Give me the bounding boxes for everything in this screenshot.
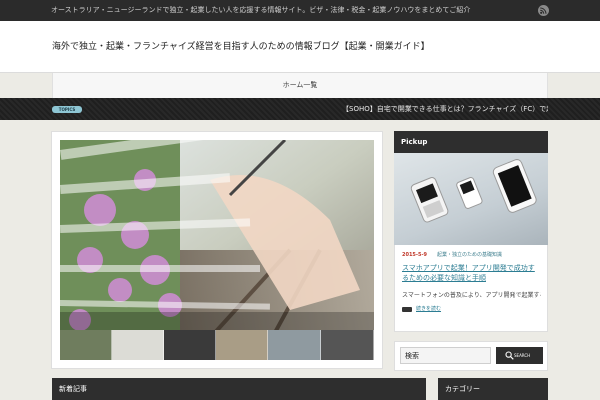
slider-thumb[interactable] — [268, 330, 321, 360]
slider-thumb[interactable] — [216, 330, 268, 360]
search-icon — [505, 351, 514, 360]
nav-item-home[interactable]: ホーム一覧 — [53, 73, 547, 98]
site-title[interactable]: 海外で独立・起業・フランチャイズ経営を目指す人のための情報ブログ【起業・開業ガイ… — [52, 41, 472, 54]
topics-badge: TOPICS — [52, 106, 82, 113]
top-bar: オーストラリア・ニュージーランドで独立・起業したい人を応援する情報サイト。ビザ・… — [0, 0, 600, 21]
pickup-image[interactable] — [394, 153, 548, 245]
site-header: 海外で独立・起業・フランチャイズ経営を目指す人のための情報ブログ【起業・開業ガイ… — [0, 21, 600, 73]
site-tagline: オーストラリア・ニュージーランドで独立・起業したい人を応援する情報サイト。ビザ・… — [51, 6, 471, 14]
new-posts-heading: 新着記事 — [52, 378, 426, 400]
arrow-right-icon — [402, 307, 412, 312]
pickup-excerpt: スマートフォンの普及により、アプリ開発で起業する人が増えています… — [402, 292, 541, 299]
topics-ticker[interactable]: 【SOHO】自宅で開業できる仕事とは？フランチャイズ（FC）で起業する際の注意点… — [342, 104, 548, 115]
slider-thumb[interactable] — [112, 330, 164, 360]
category-heading: カテゴリー — [438, 378, 548, 400]
slider-thumb[interactable] — [321, 330, 374, 360]
pickup-date: 2015-5-9 — [402, 252, 428, 258]
search-button[interactable]: SEARCH — [496, 347, 543, 364]
search-input[interactable] — [400, 347, 491, 364]
pickup-title-link[interactable]: スマホアプリで起業！アプリ開発で成功するための必要な知識と手順 — [402, 263, 541, 283]
global-nav: ホーム一覧 — [52, 73, 548, 98]
pickup-heading: Pickup — [394, 131, 548, 153]
slider-thumbnails — [60, 330, 374, 360]
slider-thumb[interactable] — [60, 330, 112, 360]
rss-icon[interactable] — [538, 5, 549, 16]
pickup-category[interactable]: 起業・独立のための基礎知識 — [437, 251, 537, 260]
slider-thumb[interactable] — [164, 330, 216, 360]
featured-slide-image[interactable] — [60, 140, 374, 360]
read-more-link[interactable]: 続きを読む — [416, 305, 476, 314]
